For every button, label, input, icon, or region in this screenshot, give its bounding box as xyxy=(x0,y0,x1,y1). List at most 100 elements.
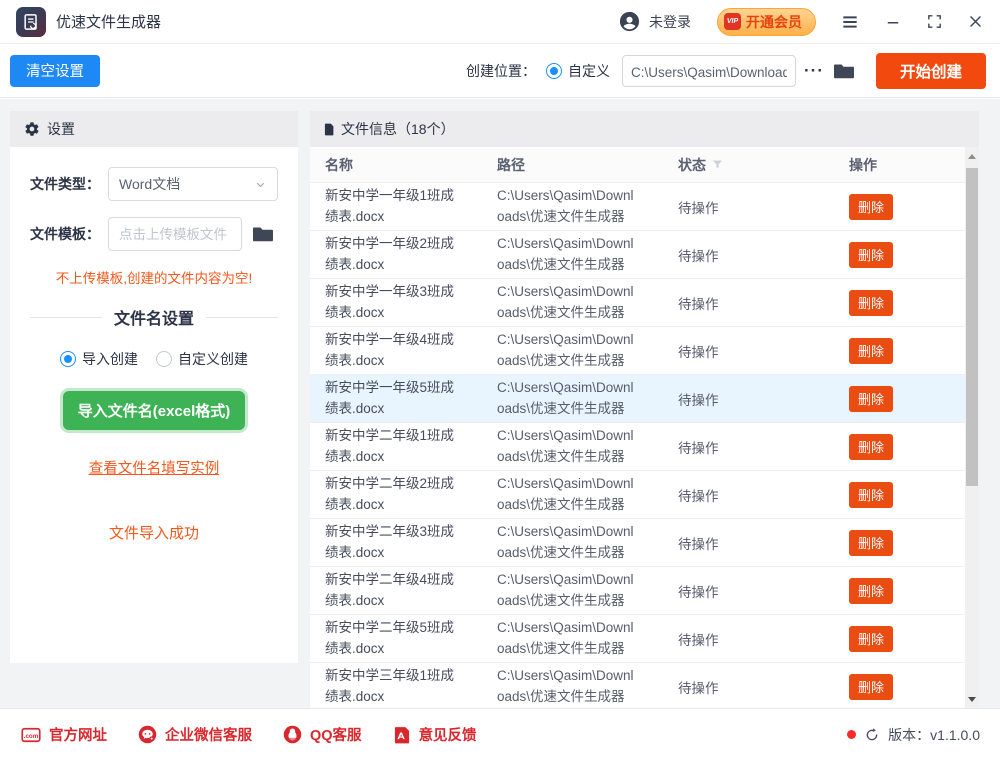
scroll-up-icon[interactable] xyxy=(965,147,979,166)
delete-button[interactable]: 删除 xyxy=(849,337,893,364)
cell-path: C:\Users\Qasim\Downloads\优速文件生成器 xyxy=(497,571,634,608)
cell-action: 删除 xyxy=(849,385,979,412)
website-icon: .com xyxy=(21,727,41,742)
cell-action: 删除 xyxy=(849,673,979,700)
start-create-button[interactable]: 开始创建 xyxy=(875,52,986,89)
vip-button[interactable]: VIP 开通会员 xyxy=(717,7,816,36)
filter-icon[interactable] xyxy=(711,158,724,171)
cell-status: 待操作 xyxy=(678,248,719,264)
refresh-icon[interactable] xyxy=(864,727,880,743)
radio-icon xyxy=(60,351,76,367)
user-icon[interactable] xyxy=(618,10,641,33)
filename-example-link[interactable]: 查看文件名填写实例 xyxy=(30,457,278,478)
cell-status: 待操作 xyxy=(678,344,719,360)
settings-panel: 设置 文件类型： Word文档 文件模板： 点击上传模板文件 不上传模板,创建的… xyxy=(10,111,298,663)
table-row: 新安中学三年级1班成绩表.docx C:\Users\Qasim\Downloa… xyxy=(310,663,979,709)
cell-path: C:\Users\Qasim\Downloads\优速文件生成器 xyxy=(497,427,634,464)
minimize-icon[interactable] xyxy=(884,13,902,31)
settings-panel-header: 设置 xyxy=(10,111,298,147)
template-browse-button[interactable] xyxy=(251,222,275,246)
delete-button[interactable]: 删除 xyxy=(849,241,893,268)
browse-folder-button[interactable] xyxy=(832,59,856,83)
delete-button[interactable]: 删除 xyxy=(849,433,893,460)
cell-action: 删除 xyxy=(849,625,979,652)
template-label: 文件模板： xyxy=(30,226,100,242)
app-title: 优速文件生成器 xyxy=(56,14,162,31)
cell-action: 删除 xyxy=(849,337,979,364)
create-path-input[interactable] xyxy=(622,54,796,87)
import-create-radio[interactable]: 导入创建 xyxy=(60,349,138,369)
cell-name: 新安中学一年级5班成绩表.docx xyxy=(325,379,455,416)
col-status[interactable]: 状态 xyxy=(678,155,849,175)
delete-button[interactable]: 删除 xyxy=(849,481,893,508)
custom-location-radio[interactable]: 自定义 xyxy=(546,61,610,81)
create-location-label: 创建位置： xyxy=(466,62,536,79)
scrollbar-thumb[interactable] xyxy=(966,168,978,486)
cell-status: 待操作 xyxy=(678,536,719,552)
cell-status: 待操作 xyxy=(678,680,719,696)
qq-service-link[interactable]: QQ客服 xyxy=(282,724,362,745)
close-icon[interactable] xyxy=(967,13,984,30)
delete-button[interactable]: 删除 xyxy=(849,577,893,604)
cell-status: 待操作 xyxy=(678,584,719,600)
template-upload-input[interactable] xyxy=(108,217,242,251)
qq-icon xyxy=(283,725,302,744)
maximize-icon[interactable] xyxy=(926,13,943,30)
cell-action: 删除 xyxy=(849,529,979,556)
status-dot xyxy=(847,730,857,739)
settings-panel-title: 设置 xyxy=(47,121,75,137)
cell-status: 待操作 xyxy=(678,296,719,312)
cell-status: 待操作 xyxy=(678,488,719,504)
table-scrollbar[interactable] xyxy=(965,147,979,709)
cell-path: C:\Users\Qasim\Downloads\优速文件生成器 xyxy=(497,379,634,416)
delete-button[interactable]: 删除 xyxy=(849,385,893,412)
delete-button[interactable]: 删除 xyxy=(849,289,893,316)
cell-name: 新安中学一年级3班成绩表.docx xyxy=(325,283,455,320)
table-row: 新安中学一年级5班成绩表.docx C:\Users\Qasim\Downloa… xyxy=(310,375,979,423)
feedback-link[interactable]: 意见反馈 xyxy=(392,724,477,745)
login-status[interactable]: 未登录 xyxy=(649,12,691,32)
custom-create-radio[interactable]: 自定义创建 xyxy=(156,349,248,369)
table-row: 新安中学二年级3班成绩表.docx C:\Users\Qasim\Downloa… xyxy=(310,519,979,567)
vip-icon: VIP xyxy=(724,13,741,30)
cell-action: 删除 xyxy=(849,289,979,316)
cell-path: C:\Users\Qasim\Downloads\优速文件生成器 xyxy=(497,283,634,320)
delete-button[interactable]: 删除 xyxy=(849,625,893,652)
cell-name: 新安中学三年级1班成绩表.docx xyxy=(325,667,455,704)
delete-button[interactable]: 删除 xyxy=(849,673,893,700)
cell-action: 删除 xyxy=(849,241,979,268)
app-logo xyxy=(16,6,46,37)
cell-path: C:\Users\Qasim\Downloads\优速文件生成器 xyxy=(497,523,634,560)
official-website-link[interactable]: .com 官方网址 xyxy=(20,724,107,745)
import-filenames-button[interactable]: 导入文件名(excel格式) xyxy=(62,391,246,430)
cell-status: 待操作 xyxy=(678,392,719,408)
more-path-button[interactable]: ··· xyxy=(804,61,824,81)
col-path: 路径 xyxy=(497,156,525,173)
cell-path: C:\Users\Qasim\Downloads\优速文件生成器 xyxy=(497,331,634,368)
cell-name: 新安中学一年级1班成绩表.docx xyxy=(325,187,455,224)
file-type-select[interactable]: Word文档 xyxy=(108,167,278,201)
delete-button[interactable]: 删除 xyxy=(849,193,893,220)
menu-icon[interactable] xyxy=(840,12,860,32)
delete-button[interactable]: 删除 xyxy=(849,529,893,556)
wechat-service-link[interactable]: 企业微信客服 xyxy=(137,724,252,745)
wechat-service-icon xyxy=(138,725,157,744)
main-area: 设置 文件类型： Word文档 文件模板： 点击上传模板文件 不上传模板,创建的… xyxy=(0,99,1000,709)
feedback-icon xyxy=(394,726,409,743)
cell-path: C:\Users\Qasim\Downloads\优速文件生成器 xyxy=(497,619,634,656)
file-type-label: 文件类型： xyxy=(30,176,100,192)
svg-text:.com: .com xyxy=(24,732,39,739)
filename-section-title: 文件名设置 xyxy=(30,305,278,329)
cell-status: 待操作 xyxy=(678,632,719,648)
cell-path: C:\Users\Qasim\Downloads\优速文件生成器 xyxy=(497,235,634,272)
cell-name: 新安中学二年级5班成绩表.docx xyxy=(325,619,455,656)
cell-path: C:\Users\Qasim\Downloads\优速文件生成器 xyxy=(497,475,634,512)
cell-status: 待操作 xyxy=(678,440,719,456)
scroll-down-icon[interactable] xyxy=(965,690,979,709)
cell-path: C:\Users\Qasim\Downloads\优速文件生成器 xyxy=(497,667,634,704)
radio-icon xyxy=(156,351,172,367)
table-row: 新安中学二年级2班成绩表.docx C:\Users\Qasim\Downloa… xyxy=(310,471,979,519)
file-info-title: 文件信息（18个） xyxy=(341,121,455,137)
clear-settings-button[interactable]: 清空设置 xyxy=(10,54,100,87)
table-row: 新安中学一年级2班成绩表.docx C:\Users\Qasim\Downloa… xyxy=(310,231,979,279)
